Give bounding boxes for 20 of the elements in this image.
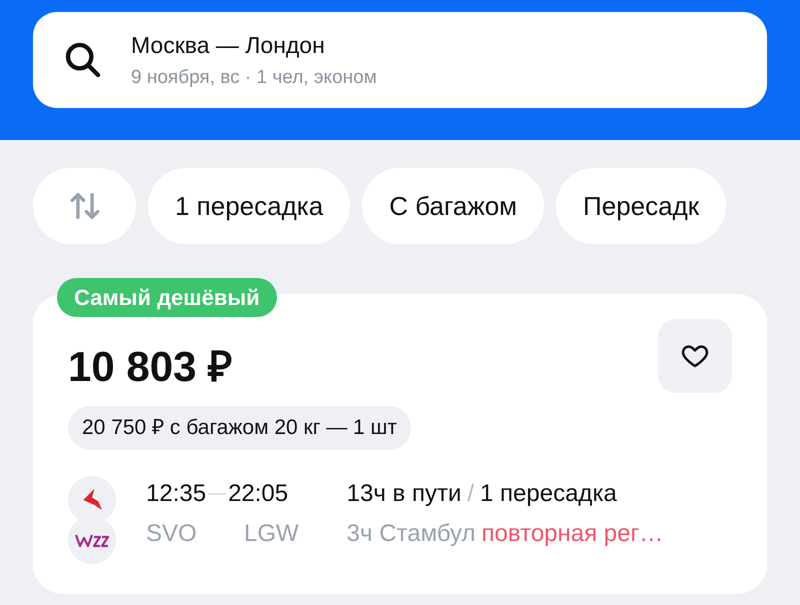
favorite-button[interactable] <box>658 319 732 393</box>
route-title: Москва — Лондон <box>131 30 326 60</box>
search-details: 9 ноября, вс · 1 чел, эконом <box>131 66 377 90</box>
filter-chip[interactable]: С багажом <box>362 168 544 244</box>
departure-time: 12:35 <box>146 478 206 508</box>
separator: / <box>467 478 474 508</box>
departure-airport: SVO <box>146 518 198 548</box>
search-icon <box>63 40 103 80</box>
cheapest-badge: Самый дешёвый <box>57 278 277 317</box>
arrival-airport: LGW <box>244 518 299 548</box>
search-field[interactable]: Москва — Лондон 9 ноября, вс · 1 чел, эконом <box>33 12 767 108</box>
arrival-time: 22:05 <box>228 478 288 508</box>
layover-info: 3ч Стамбул <box>346 518 476 548</box>
filter-chip[interactable]: Пересадк <box>556 168 726 244</box>
baggage-price: 20 750 ₽ с багажом 20 кг — 1 шт <box>68 406 412 450</box>
filter-chip[interactable]: 1 пересадка <box>148 168 350 244</box>
transfer-count: 1 пересадка <box>480 478 617 508</box>
ticket-price: 10 803 ₽ <box>68 342 232 392</box>
recheck-warning: повторная рег… <box>482 518 664 548</box>
flight-duration: 13ч в пути <box>346 478 462 508</box>
